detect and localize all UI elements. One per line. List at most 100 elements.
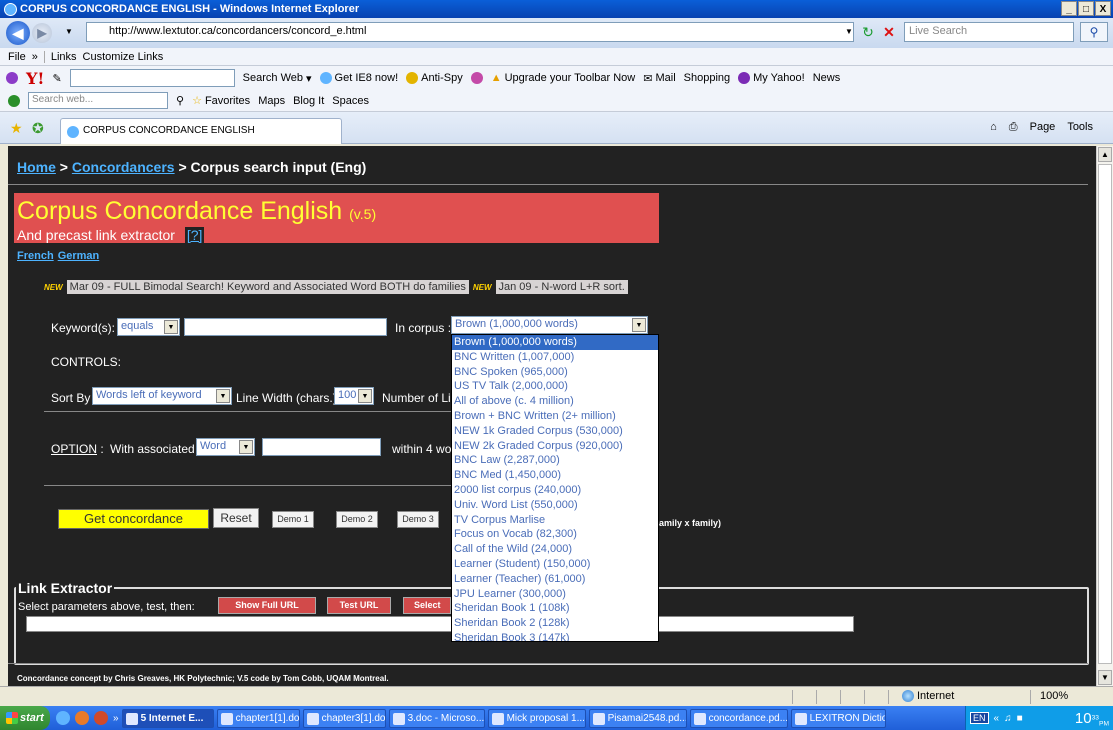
demo-3-button[interactable]: Demo 3 (397, 511, 439, 528)
list-item[interactable]: BNC Spoken (965,000) (452, 365, 658, 380)
taskbar-item[interactable]: LEXITRON Dictio... (790, 708, 886, 728)
taskbar-item[interactable]: chapter1[1].do... (216, 708, 300, 728)
refresh-button[interactable]: ↻ (858, 22, 878, 42)
news-button[interactable]: News (813, 72, 841, 84)
list-item[interactable]: Sheridan Book 3 (147k) (452, 631, 658, 641)
french-link[interactable]: French (17, 250, 54, 262)
line-width-select[interactable]: 100 ▼ (334, 387, 374, 405)
yahoo-home-icon[interactable] (6, 72, 18, 84)
links-chevron-icon[interactable]: » (32, 51, 38, 63)
search-icon[interactable]: ⚲ (1080, 22, 1108, 42)
list-item[interactable]: Brown (1,000,000 words) (452, 335, 658, 350)
list-item[interactable]: JPU Learner (300,000) (452, 587, 658, 602)
get-concordance-button[interactable]: Get concordance (58, 509, 209, 529)
list-item[interactable]: US TV Talk (2,000,000) (452, 379, 658, 394)
list-item[interactable]: Focus on Vocab (82,300) (452, 527, 658, 542)
msn-search-input[interactable]: Search web... (28, 92, 168, 109)
associated-type-select[interactable]: Word ▼ (196, 438, 255, 456)
volume-icon[interactable]: ♫ (1004, 713, 1012, 724)
address-dropdown-button[interactable]: ▼ (842, 23, 856, 41)
history-dropdown-button[interactable]: ▼ (62, 23, 76, 41)
stop-button[interactable]: ✕ (879, 22, 899, 42)
taskbar-item[interactable]: Mick proposal 1... (487, 708, 586, 728)
quick-launch-chevron[interactable]: » (113, 713, 119, 724)
breadcrumb-concordancers-link[interactable]: Concordancers (72, 159, 175, 175)
list-item[interactable]: BNC Law (2,287,000) (452, 453, 658, 468)
language-indicator[interactable]: EN (970, 712, 989, 724)
file-menu[interactable]: File (8, 51, 26, 63)
start-button[interactable]: start (0, 706, 50, 730)
back-button[interactable]: ◀ (6, 21, 30, 45)
yahoo-search-input[interactable] (69, 69, 235, 87)
help-link[interactable]: [?] (184, 227, 205, 243)
list-item[interactable]: BNC Written (1,007,000) (452, 350, 658, 365)
page-menu[interactable]: Page (1030, 121, 1056, 134)
yahoo-360-icon[interactable] (470, 72, 483, 84)
url-output-field[interactable] (26, 616, 854, 632)
list-item[interactable]: Learner (Student) (150,000) (452, 557, 658, 572)
maximize-button[interactable]: □ (1078, 1, 1094, 16)
tab-corpus-concordance[interactable]: CORPUS CONCORDANCE ENGLISH (60, 118, 342, 144)
keyword-mode-select[interactable]: equals ▼ (117, 318, 180, 336)
search-web-button[interactable]: Search Web ▾ (243, 72, 312, 85)
ie-icon[interactable] (56, 711, 70, 725)
corpus-select[interactable]: Brown (1,000,000 words) ▼ (451, 316, 648, 334)
list-item[interactable]: BNC Med (1,450,000) (452, 468, 658, 483)
media-icon[interactable] (75, 711, 89, 725)
list-item[interactable]: Univ. Word List (550,000) (452, 498, 658, 513)
list-item[interactable]: TV Corpus Marlise (452, 513, 658, 528)
select-button[interactable]: Select (403, 597, 451, 614)
live-search-input[interactable]: Live Search (904, 22, 1074, 42)
home-icon[interactable]: ⌂ (990, 121, 997, 134)
test-url-button[interactable]: Test URL (327, 597, 391, 614)
taskbar-item[interactable]: chapter3[1].do... (302, 708, 386, 728)
scroll-down-button[interactable]: ▼ (1098, 670, 1112, 685)
taskbar-item[interactable]: 3.doc - Microso... (388, 708, 485, 728)
spaces-button[interactable]: Spaces (332, 95, 369, 107)
sort-by-select[interactable]: Words left of keyword ▼ (92, 387, 232, 405)
my-yahoo-button[interactable]: My Yahoo! (738, 72, 805, 84)
yahoo-logo[interactable]: Y! (26, 69, 44, 88)
clock[interactable]: 1033PM (1075, 710, 1109, 728)
vertical-scrollbar[interactable]: ▲ ▼ (1096, 146, 1113, 686)
shopping-button[interactable]: Shopping (684, 72, 731, 84)
upgrade-toolbar-button[interactable]: ▲ Upgrade your Toolbar Now (491, 72, 636, 84)
corpus-dropdown-list[interactable]: Brown (1,000,000 words) BNC Written (1,0… (451, 334, 659, 642)
mail-button[interactable]: ✉ Mail (643, 72, 675, 85)
associated-word-input[interactable] (262, 438, 381, 456)
add-favorite-icon[interactable]: ✪ (32, 120, 44, 137)
list-item[interactable]: Sheridan Book 1 (108k) (452, 601, 658, 616)
demo-2-button[interactable]: Demo 2 (336, 511, 378, 528)
forward-button[interactable]: ▶ (32, 23, 52, 43)
msn-icon[interactable] (8, 94, 20, 107)
list-item[interactable]: All of above (c. 4 million) (452, 394, 658, 409)
taskbar-item[interactable]: Pisamai2548.pd... (588, 708, 687, 728)
breadcrumb-home-link[interactable]: Home (17, 159, 56, 175)
blog-it-button[interactable]: Blog It (293, 95, 324, 107)
search-icon[interactable]: ⚲ (176, 94, 184, 107)
list-item[interactable]: Sheridan Book 2 (128k) (452, 616, 658, 631)
address-input[interactable]: http://www.lextutor.ca/concordancers/con… (86, 22, 854, 42)
network-icon[interactable]: ■ (1017, 713, 1023, 724)
list-item[interactable]: NEW 1k Graded Corpus (530,000) (452, 424, 658, 439)
print-icon[interactable]: ⎙ (1009, 121, 1018, 134)
get-ie8-button[interactable]: Get IE8 now! (319, 72, 398, 84)
reset-button[interactable]: Reset (213, 508, 259, 528)
list-item[interactable]: Brown + BNC Written (2+ million) (452, 409, 658, 424)
list-item[interactable]: Call of the Wild (24,000) (452, 542, 658, 557)
favorites-star-icon[interactable]: ★ (10, 120, 23, 137)
zoom-level[interactable]: 100% (1040, 690, 1068, 702)
pencil-icon[interactable]: ✎ (52, 72, 61, 85)
list-item[interactable]: 2000 list corpus (240,000) (452, 483, 658, 498)
tray-expand-icon[interactable]: « (994, 713, 1000, 724)
close-button[interactable]: X (1095, 1, 1111, 16)
tools-menu[interactable]: Tools (1067, 121, 1093, 134)
firefox-icon[interactable] (94, 711, 108, 725)
scroll-up-button[interactable]: ▲ (1098, 147, 1112, 162)
list-item[interactable]: Learner (Teacher) (61,000) (452, 572, 658, 587)
minimize-button[interactable]: _ (1061, 1, 1077, 16)
taskbar-item[interactable]: 5 Internet E... (121, 708, 214, 728)
maps-button[interactable]: Maps (258, 95, 285, 107)
list-item[interactable]: NEW 2k Graded Corpus (920,000) (452, 439, 658, 454)
german-link[interactable]: German (58, 250, 100, 262)
